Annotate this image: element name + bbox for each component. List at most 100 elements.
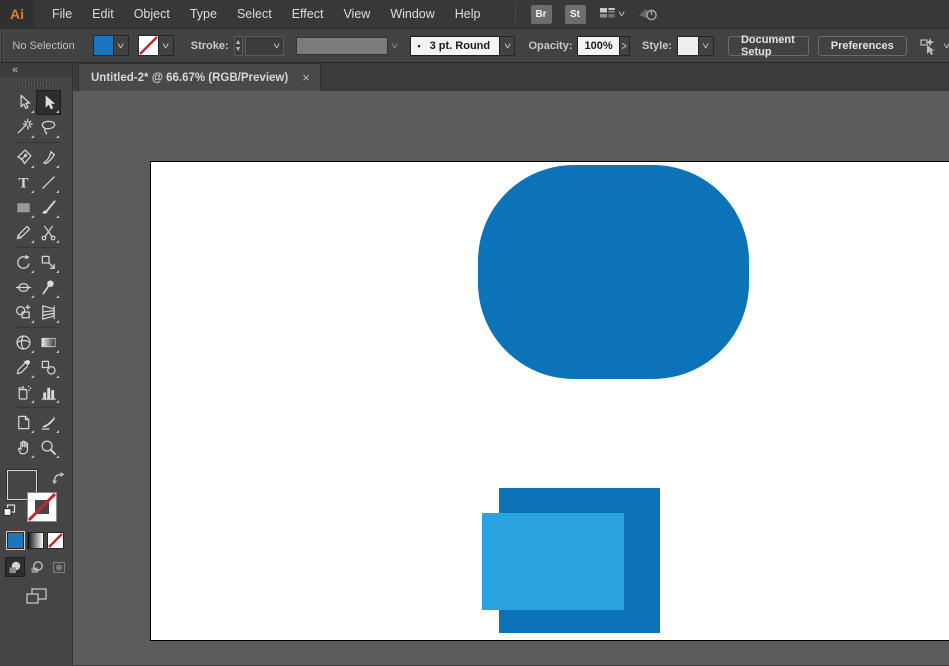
width-profile-control[interactable]: ˅	[296, 37, 397, 55]
rectangle-tool[interactable]	[11, 195, 36, 220]
scale-tool[interactable]	[36, 250, 61, 275]
hand-tool[interactable]	[11, 435, 36, 460]
menu-item-file[interactable]: File	[42, 0, 82, 29]
artboard-tool[interactable]	[11, 410, 36, 435]
type-tool[interactable]: T	[11, 170, 36, 195]
stroke-weight-combo[interactable]: ˅	[245, 36, 285, 56]
menu-item-help[interactable]: Help	[445, 0, 491, 29]
menu-items: FileEditObjectTypeSelectEffectViewWindow…	[42, 0, 491, 29]
stroke-color-indicator[interactable]	[27, 492, 57, 522]
stock-button[interactable]: St	[565, 5, 586, 24]
flyout-corner-icon	[56, 215, 59, 218]
none-button[interactable]	[47, 532, 64, 549]
document-tab-title: Untitled-2* @ 66.67% (RGB/Preview)	[91, 72, 288, 84]
main-area: « T	[0, 63, 949, 665]
document-setup-button[interactable]: Document Setup	[728, 36, 809, 56]
menu-item-view[interactable]: View	[333, 0, 380, 29]
workspace-switcher[interactable]: ˅	[599, 6, 624, 23]
gpu-performance[interactable]	[637, 6, 659, 22]
artboard	[150, 161, 949, 641]
menu-item-edit[interactable]: Edit	[82, 0, 124, 29]
scissors-tool[interactable]	[36, 220, 61, 245]
width-tool[interactable]	[11, 275, 36, 300]
rotate-tool[interactable]	[11, 250, 36, 275]
close-icon[interactable]: ×	[302, 73, 310, 83]
none-slash-icon	[48, 533, 63, 548]
brush-definition-field[interactable]: • 3 pt. Round	[410, 36, 500, 56]
puppet-warp-tool[interactable]	[36, 275, 61, 300]
direct-selection-tool[interactable]	[11, 90, 36, 115]
stroke-none-swatch[interactable]	[138, 35, 159, 56]
shape-builder-tool[interactable]	[11, 300, 36, 325]
none-slash-icon	[139, 36, 158, 55]
stroke-color-control[interactable]: ˅	[138, 35, 174, 56]
tab-bar: Untitled-2* @ 66.67% (RGB/Preview) ×	[73, 63, 949, 91]
rounded-blob-shape[interactable]	[478, 165, 749, 379]
fill-color-control[interactable]: ˅	[93, 35, 129, 56]
width-profile-dropdown[interactable]	[296, 37, 388, 55]
menu-item-object[interactable]: Object	[124, 0, 180, 29]
eyedropper-tool[interactable]	[11, 355, 36, 380]
flyout-corner-icon	[31, 135, 34, 138]
document-tab[interactable]: Untitled-2* @ 66.67% (RGB/Preview) ×	[78, 63, 321, 91]
menu-item-select[interactable]: Select	[227, 0, 282, 29]
draw-behind-mode[interactable]	[27, 557, 47, 577]
column-graph-tool[interactable]	[36, 380, 61, 405]
flyout-corner-icon	[31, 240, 34, 243]
preferences-button[interactable]: Preferences	[818, 36, 907, 56]
opacity-field[interactable]: 100%	[577, 36, 619, 56]
gradient-tool[interactable]	[36, 330, 61, 355]
workspace-switcher-icon	[599, 6, 616, 23]
flyout-corner-icon	[31, 455, 34, 458]
graphic-style-control[interactable]: ˅	[677, 36, 714, 56]
stroke-chevron-button[interactable]: ˅	[159, 35, 174, 56]
menu-item-window[interactable]: Window	[380, 0, 444, 29]
line-segment-tool[interactable]	[36, 170, 61, 195]
perspective-grid-tool[interactable]	[36, 300, 61, 325]
stroke-weight-stepper[interactable]: ▲▼	[234, 36, 243, 56]
front-rectangle-shape[interactable]	[482, 513, 624, 610]
lasso-tool[interactable]	[36, 115, 61, 140]
symbol-sprayer-tool[interactable]	[11, 380, 36, 405]
bridge-button[interactable]: Br	[531, 5, 552, 24]
flyout-corner-icon	[56, 165, 59, 168]
paintbrush-tool[interactable]	[36, 195, 61, 220]
brush-definition-control[interactable]: • 3 pt. Round ˅	[410, 36, 515, 56]
panel-grip[interactable]	[0, 29, 4, 62]
tools-drag-handle[interactable]	[0, 77, 72, 90]
swap-fill-stroke-icon[interactable]	[49, 469, 67, 492]
flyout-corner-icon	[31, 430, 34, 433]
gradient-button[interactable]	[27, 532, 44, 549]
style-swatch[interactable]	[677, 36, 699, 56]
zoom-tool[interactable]	[36, 435, 61, 460]
selection-tool[interactable]	[36, 90, 61, 115]
magic-wand-tool[interactable]	[11, 115, 36, 140]
style-chevron-button[interactable]: ˅	[699, 36, 714, 56]
mesh-tool[interactable]	[11, 330, 36, 355]
slice-tool[interactable]	[36, 410, 61, 435]
canvas-pasteboard[interactable]	[73, 91, 949, 665]
screen-mode-control[interactable]	[0, 585, 72, 607]
stroke-label: Stroke:	[191, 40, 229, 52]
flyout-corner-icon	[31, 270, 34, 273]
menu-item-effect[interactable]: Effect	[282, 0, 334, 29]
chevron-down-icon: ˅	[617, 9, 624, 19]
flyout-corner-icon	[31, 295, 34, 298]
shaper-tool[interactable]	[11, 220, 36, 245]
collapse-panel-button[interactable]: «	[12, 65, 18, 75]
opacity-arrow-button[interactable]: ˅	[620, 36, 630, 56]
brush-chevron-button[interactable]: ˅	[500, 36, 515, 56]
chevron-down-icon: ˅	[943, 41, 949, 51]
screen-mode-icon	[23, 585, 50, 607]
pen-tool[interactable]	[11, 145, 36, 170]
flyout-corner-icon	[56, 350, 59, 353]
select-similar-control[interactable]: ˅	[918, 36, 949, 56]
menu-item-type[interactable]: Type	[180, 0, 227, 29]
curvature-tool[interactable]	[36, 145, 61, 170]
blend-tool[interactable]	[36, 355, 61, 380]
fill-chevron-button[interactable]: ˅	[114, 35, 129, 56]
draw-normal-mode[interactable]	[5, 557, 25, 577]
default-fill-stroke-icon[interactable]	[3, 504, 16, 522]
color-button[interactable]	[7, 532, 24, 549]
fill-color-swatch[interactable]	[93, 35, 114, 56]
